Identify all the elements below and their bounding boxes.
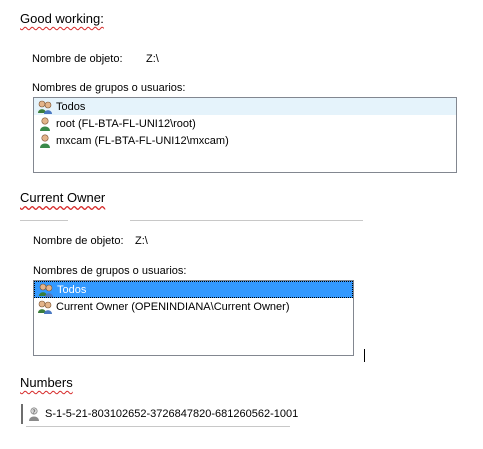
list-item[interactable]: Todos	[34, 98, 456, 115]
svg-text:?: ?	[32, 409, 35, 416]
text-cursor	[364, 349, 365, 362]
selection-bar	[21, 404, 23, 424]
list-item-label: S-1-5-21-803102652-3726847820-681260562-…	[45, 408, 299, 420]
heading-good-working: Good working:	[20, 11, 104, 26]
heading-current-owner: Current Owner	[20, 190, 105, 205]
list-item[interactable]: Current Owner (OPENINDIANA\Current Owner…	[34, 298, 353, 315]
group-icon	[38, 100, 52, 114]
list-item[interactable]: mxcam (FL-BTA-FL-UNI12\mxcam)	[34, 132, 456, 149]
heading-numbers: Numbers	[20, 375, 73, 390]
divider	[26, 426, 290, 427]
divider	[130, 220, 363, 221]
current-owner-heading-text: Current Owner	[20, 190, 106, 205]
object-name-label: Nombre de objeto:	[33, 235, 124, 247]
list-item[interactable]: ? S-1-5-21-803102652-3726847820-68126056…	[26, 405, 298, 423]
user-icon	[40, 116, 50, 131]
list-item-label: mxcam (FL-BTA-FL-UNI12\mxcam)	[56, 134, 229, 147]
object-name-value: Z:\	[146, 53, 159, 65]
list-item-selected[interactable]: Todos	[34, 281, 353, 298]
group-icon	[39, 283, 53, 297]
object-name-label: Nombre de objeto:	[32, 53, 123, 65]
groups-users-listbox[interactable]: Todos root (FL-BTA-FL-UNI12\root) mxcam …	[33, 97, 457, 173]
groups-users-listbox[interactable]: Todos Current Owner (OPENINDIANA\Current…	[33, 280, 354, 356]
groups-users-label: Nombres de grupos o usuarios:	[32, 82, 186, 94]
groups-users-label: Nombres de grupos o usuarios:	[33, 265, 187, 277]
list-item[interactable]: root (FL-BTA-FL-UNI12\root)	[34, 115, 456, 132]
divider	[20, 220, 68, 221]
list-item-label: Todos	[57, 283, 87, 296]
object-name-value: Z:\	[135, 235, 148, 247]
list-item-label: Todos	[56, 100, 86, 113]
unknown-user-icon: ?	[29, 407, 39, 421]
list-item-label: root (FL-BTA-FL-UNI12\root)	[56, 117, 196, 130]
list-item-label: Current Owner (OPENINDIANA\Current Owner…	[56, 300, 290, 313]
group-icon	[38, 300, 52, 314]
user-icon	[40, 133, 50, 148]
